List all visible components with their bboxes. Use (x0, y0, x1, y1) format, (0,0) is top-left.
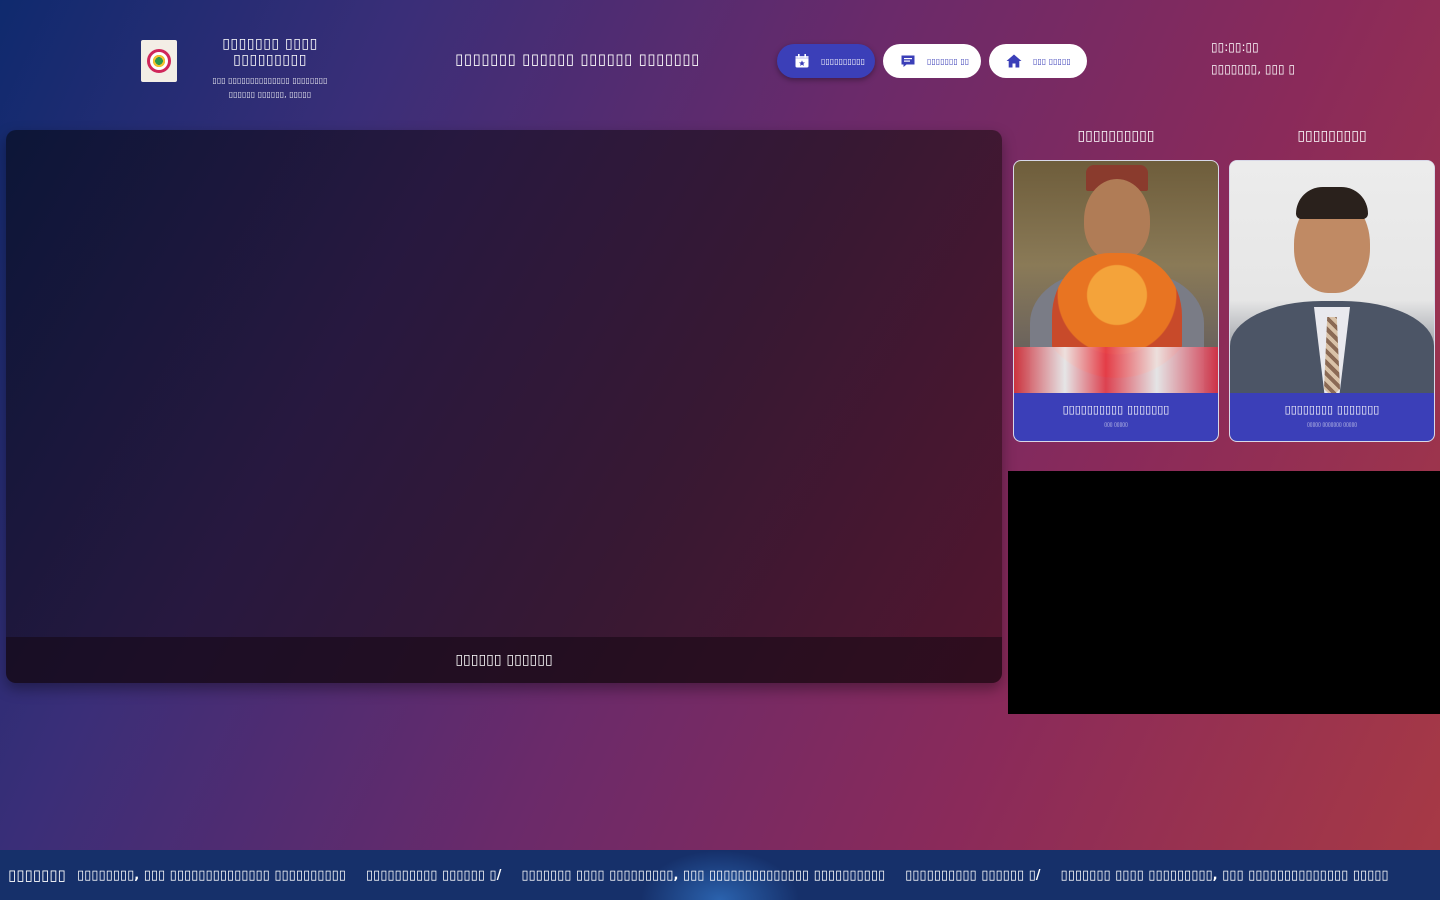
official-photo (1014, 161, 1218, 393)
official-name: ▯▯▯▯▯▯▯▯▯▯ ▯▯▯▯▯▯▯ (1062, 403, 1170, 416)
organization-subtitle: ▯▯▯ ▯▯▯▯▯▯▯▯▯▯▯▯▯▯ ▯▯▯▯▯▯▯▯ (212, 76, 328, 85)
organization-name: ▯▯▯▯▯▯▯ ▯▯▯▯ ▯▯▯▯▯▯▯▯▯ (222, 36, 318, 68)
message-list-icon (899, 52, 917, 70)
home-icon (1005, 52, 1023, 70)
official-card: ▯▯▯▯▯▯▯▯ ▯▯▯▯▯▯▯ ▯▯▯▯▯ ▯▯▯▯▯▯▯ ▯▯▯▯▯ (1229, 160, 1435, 442)
messages-button-label: ▯▯▯▯▯▯▯ ▯▯ (927, 56, 970, 66)
official-card: ▯▯▯▯▯▯▯▯▯▯ ▯▯▯▯▯▯▯ ▯▯▯ ▯▯▯▯▯ (1013, 160, 1219, 442)
ticker-item: ▯▯▯▯▯▯▯ ▯▯▯▯ ▯▯▯▯▯▯▯▯▯, ▯▯▯ ▯▯▯▯▯▯▯▯▯▯▯▯… (521, 867, 886, 883)
municipality-logo-icon (141, 40, 177, 82)
page-title: ▯▯▯▯▯▯▯ ▯▯▯▯▯▯ ▯▯▯▯▯▯ ▯▯▯▯▯▯▯ (455, 50, 700, 68)
official-label: ▯▯▯▯▯▯▯▯▯▯ ▯▯▯▯▯▯▯ ▯▯▯ ▯▯▯▯▯ (1014, 393, 1218, 441)
ticker-item: ▯▯▯▯▯▯▯ ▯▯▯▯ ▯▯▯▯▯▯▯▯▯, ▯▯▯ ▯▯▯▯▯▯▯▯▯▯▯▯… (1060, 867, 1389, 883)
official-role: ▯▯▯▯▯▯▯▯▯ (1297, 128, 1367, 144)
official-chief-officer: ▯▯▯▯▯▯▯▯▯ ▯▯▯▯▯▯▯▯ ▯▯▯▯▯▯▯ ▯▯▯▯▯ ▯▯▯▯▯▯▯… (1229, 128, 1435, 442)
ticker-item: ▯▯▯▯▯▯▯▯▯▯ ▯▯▯▯▯▯ ▯/ (365, 867, 502, 883)
home-button-label: ▯▯▯ ▯▯▯▯▯ (1033, 56, 1071, 66)
header: ▯▯▯▯▯▯▯ ▯▯▯▯ ▯▯▯▯▯▯▯▯▯ ▯▯▯ ▯▯▯▯▯▯▯▯▯▯▯▯▯… (0, 0, 1440, 120)
ticker-label: ▯▯▯▯▯▯▯ (0, 850, 74, 900)
official-photo (1230, 161, 1434, 393)
calendar-button[interactable]: ▯▯▯▯▯▯▯▯▯▯ (777, 44, 875, 78)
clock: ▯▯:▯▯:▯▯ ▯▯▯▯▯▯▯, ▯▯▯ ▯ (1211, 40, 1295, 76)
secondary-video-panel[interactable] (1008, 471, 1440, 714)
official-designation: ▯▯▯▯▯ ▯▯▯▯▯▯▯ ▯▯▯▯▯ (1307, 422, 1357, 428)
ticker-item: ▯▯▯▯▯▯▯▯▯▯ ▯▯▯▯▯▯ ▯/ (905, 867, 1041, 883)
messages-button[interactable]: ▯▯▯▯▯▯▯ ▯▯ (883, 44, 981, 78)
calendar-button-label: ▯▯▯▯▯▯▯▯▯▯ (821, 56, 866, 66)
official-name: ▯▯▯▯▯▯▯▯ ▯▯▯▯▯▯▯ (1284, 403, 1380, 416)
official-label: ▯▯▯▯▯▯▯▯ ▯▯▯▯▯▯▯ ▯▯▯▯▯ ▯▯▯▯▯▯▯ ▯▯▯▯▯ (1230, 393, 1434, 441)
ticker-track: ▯▯▯▯▯▯▯▯, ▯▯▯ ▯▯▯▯▯▯▯▯▯▯▯▯▯▯ ▯▯▯▯▯▯▯▯▯▯ … (77, 850, 1409, 900)
organization-address: ▯▯▯▯▯▯ ▯▯▯▯▯▯, ▯▯▯▯▯ (228, 90, 312, 99)
official-designation: ▯▯▯ ▯▯▯▯▯ (1104, 422, 1128, 428)
clock-date: ▯▯▯▯▯▯▯, ▯▯▯ ▯ (1211, 62, 1296, 76)
ticker-item: ▯▯▯▯▯▯▯▯, ▯▯▯ ▯▯▯▯▯▯▯▯▯▯▯▯▯▯ ▯▯▯▯▯▯▯▯▯▯ (77, 867, 346, 883)
video-panel[interactable]: ▯▯▯▯▯▯ ▯▯▯▯▯▯ (6, 130, 1002, 683)
official-role: ▯▯▯▯▯▯▯▯▯▯ (1077, 128, 1155, 144)
video-caption: ▯▯▯▯▯▯ ▯▯▯▯▯▯ (6, 637, 1002, 683)
clock-time: ▯▯:▯▯:▯▯ (1211, 40, 1259, 54)
home-button[interactable]: ▯▯▯ ▯▯▯▯▯ (989, 44, 1087, 78)
calendar-star-icon (793, 52, 811, 70)
official-mayor: ▯▯▯▯▯▯▯▯▯▯ ▯▯▯▯▯▯▯▯▯▯ ▯▯▯▯▯▯▯ ▯▯▯ ▯▯▯▯▯ (1013, 128, 1219, 442)
news-ticker: ▯▯▯▯▯▯▯ ▯▯▯▯▯▯▯▯, ▯▯▯ ▯▯▯▯▯▯▯▯▯▯▯▯▯▯ ▯▯▯… (0, 850, 1440, 900)
organization-block: ▯▯▯▯▯▯▯ ▯▯▯▯ ▯▯▯▯▯▯▯▯▯ ▯▯▯ ▯▯▯▯▯▯▯▯▯▯▯▯▯… (190, 36, 350, 99)
